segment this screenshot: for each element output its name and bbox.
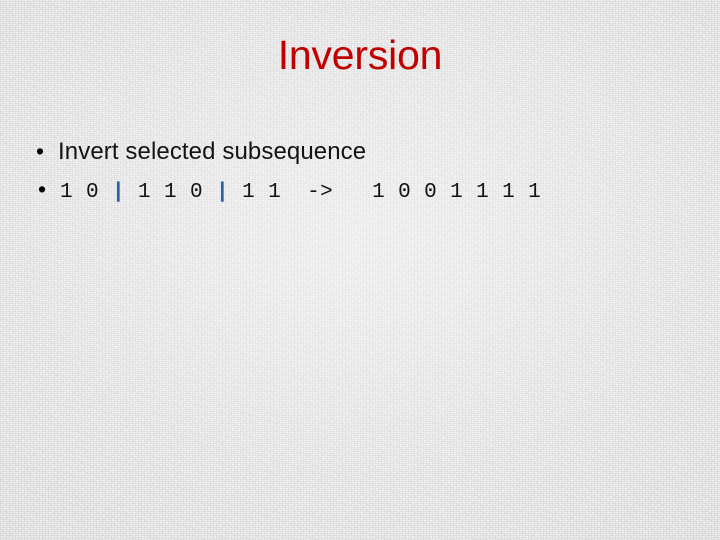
- binary-output-sequence: 1 0 0 1 1 1 1: [333, 181, 542, 204]
- binary-input-group-1: 1 0: [60, 181, 113, 204]
- bullet-item-invert-subsequence: • Invert selected subsequence: [36, 134, 696, 172]
- slide-title: Inversion: [277, 32, 443, 78]
- bullet-list: • Invert selected subsequence • 1 0 | 1 …: [36, 134, 696, 210]
- bullet-label-invert-subsequence: Invert selected subsequence: [58, 138, 367, 165]
- binary-example-line: 1 0 | 1 1 0 | 1 1 -> 1 0 0 1 1 1 1: [60, 176, 541, 210]
- slide-canvas: Inversion • Invert selected subsequence …: [0, 0, 720, 540]
- binary-input-group-2: 1 1 0: [125, 181, 217, 204]
- bullet-dot-icon: •: [38, 176, 47, 202]
- slide-content: Inversion • Invert selected subsequence …: [0, 0, 720, 540]
- subsequence-separator-icon: |: [216, 181, 230, 204]
- binary-input-group-3: 1 1: [229, 181, 308, 204]
- subsequence-separator-icon: |: [112, 181, 126, 204]
- bullet-item-binary-example: • 1 0 | 1 1 0 | 1 1 -> 1 0 0 1 1 1 1: [38, 172, 696, 210]
- bullet-dot-icon: •: [36, 138, 45, 164]
- transforms-to-arrow-icon: ->: [307, 181, 334, 204]
